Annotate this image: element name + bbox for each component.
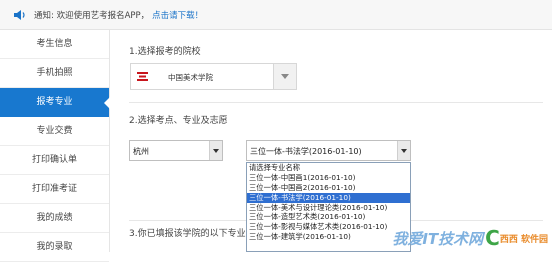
major-dropdown-list[interactable]: 请选择专业名称 三位一体-中国画1(2016-01-10) 三位一体-中国画2(… <box>246 162 411 252</box>
dropdown-option-selected[interactable]: 三位一体-书法学(2016-01-10) <box>247 192 410 203</box>
school-logo-icon <box>137 72 148 81</box>
school-name: 中国美术学院 <box>168 73 213 82</box>
main-content: 1.选择报考的院校 中国美术学院 2.选择考点、专业及志愿 杭州 三位一体-书法… <box>110 30 552 252</box>
download-link[interactable]: 点击请下载！ <box>152 9 203 21</box>
school-select[interactable]: 中国美术学院 <box>130 63 297 90</box>
major-select-toggle[interactable] <box>397 141 410 160</box>
major-select[interactable]: 三位一体-书法学(2016-01-10) <box>246 140 411 161</box>
speaker-icon <box>13 9 27 21</box>
chevron-down-icon <box>213 148 219 153</box>
chevron-down-icon <box>281 74 289 79</box>
divider <box>129 102 543 103</box>
dropdown-option[interactable]: 三位一体-美术与设计理论类(2016-01-10) <box>247 203 410 213</box>
chevron-down-icon <box>401 148 407 153</box>
step3-title: 3.你已填报该学院的以下专业 <box>129 229 246 239</box>
watermark-logo: C 西西 软件园 <box>485 226 548 250</box>
dropdown-option[interactable]: 三位一体-中国画1(2016-01-10) <box>247 173 410 183</box>
notice-bar: 通知: 欢迎使用艺考报名APP， 点击请下载！ <box>0 0 552 30</box>
step1-title: 1.选择报考的院校 <box>129 47 201 57</box>
major-select-value: 三位一体-书法学(2016-01-10) <box>250 147 362 156</box>
sidebar-item-my-admission[interactable]: 我的录取 <box>0 233 109 262</box>
location-select-value: 杭州 <box>133 147 149 156</box>
watermark-logo-letter: C <box>485 226 500 250</box>
location-select-toggle[interactable] <box>209 141 222 160</box>
sidebar-item-apply-major[interactable]: 报考专业 <box>0 88 110 117</box>
sidebar: 考生信息 手机拍照 报考专业 专业交费 打印确认单 打印准考证 我的成绩 我的录… <box>0 30 110 262</box>
sidebar-item-print-confirmation[interactable]: 打印确认单 <box>0 146 109 175</box>
watermark: 我爱IT技术网 C 西西 软件园 <box>392 226 548 250</box>
sidebar-item-major-payment[interactable]: 专业交费 <box>0 117 109 146</box>
school-select-toggle[interactable] <box>273 64 296 89</box>
dropdown-option[interactable]: 三位一体-中国画2(2016-01-10) <box>247 183 410 193</box>
dropdown-option[interactable]: 请选择专业名称 <box>247 163 410 173</box>
dropdown-option[interactable]: 三位一体-影视与媒体艺术类(2016-01-10) <box>247 222 410 232</box>
step2-title: 2.选择考点、专业及志愿 <box>129 116 228 126</box>
notice-message: 通知: 欢迎使用艺考报名APP， <box>34 10 150 21</box>
watermark-logo-text: 西西 软件园 <box>499 234 548 245</box>
sidebar-item-phone-photo[interactable]: 手机拍照 <box>0 59 109 88</box>
dropdown-option[interactable]: 三位一体-建筑学(2016-01-10) <box>247 232 410 242</box>
sidebar-item-print-admission-ticket[interactable]: 打印准考证 <box>0 175 109 204</box>
watermark-text: 我爱IT技术网 <box>392 229 484 248</box>
dropdown-option[interactable]: 三位一体-造型艺术类(2016-01-10) <box>247 212 410 222</box>
sidebar-item-my-scores[interactable]: 我的成绩 <box>0 204 109 233</box>
sidebar-item-student-info[interactable]: 考生信息 <box>0 30 109 59</box>
location-select[interactable]: 杭州 <box>129 140 223 161</box>
